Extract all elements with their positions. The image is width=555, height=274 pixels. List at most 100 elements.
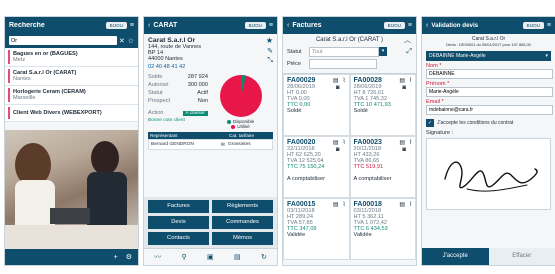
quote-subtitle: Carat S.a.r.l Or Devis : DE00001 du 05/0… xyxy=(422,34,555,49)
document-icon[interactable]: ▤ xyxy=(399,139,405,146)
gear-icon[interactable]: ⚙ xyxy=(126,253,132,261)
invoice-card[interactable]: FA00028 28/06/2019 HT 8 726,61 TVA 1 745… xyxy=(349,74,416,136)
search-input[interactable] xyxy=(9,36,117,45)
invoice-status: A comptabiliser xyxy=(353,176,392,182)
status-filter: Statut Tout ▾ ⤢ xyxy=(283,46,416,57)
chevron-down-icon[interactable]: ▾ xyxy=(379,47,387,56)
document-icon[interactable]: ▤ xyxy=(399,77,405,84)
company-dropdown[interactable]: BIJOU xyxy=(244,22,266,29)
invoice-card[interactable]: FA00023 20/11/2018 HT 433,26 TVA 86,65 T… xyxy=(349,136,416,198)
star-icon[interactable]: ☆ xyxy=(128,37,134,45)
list-item[interactable]: Horlogerie Ceram (CERAM) Marseille xyxy=(5,86,138,105)
mail-icon[interactable]: ✉ xyxy=(221,142,225,148)
document-icon[interactable]: ▤ xyxy=(333,77,339,84)
refresh-icon[interactable]: ↻ xyxy=(261,253,267,261)
table-cell: Bernard GENDRON xyxy=(151,142,194,147)
stat-label: Prospect xyxy=(148,98,171,104)
menu-icon[interactable]: ≡ xyxy=(130,22,134,29)
back-icon[interactable]: ‹ xyxy=(426,22,428,29)
document-icon[interactable]: ▤ xyxy=(234,253,241,261)
screen-search: Recherche BIJOU ≡ ✕ ☆ Bagues en or (BAGU… xyxy=(4,16,139,266)
status-select[interactable]: Tout xyxy=(309,46,379,57)
location-icon[interactable]: ⚲ xyxy=(182,253,187,261)
menu-icon[interactable]: ≡ xyxy=(408,22,412,29)
chart-icon[interactable]: 〰 xyxy=(154,252,161,262)
attachment-icon[interactable]: ⌇ xyxy=(409,77,412,84)
piece-input[interactable] xyxy=(309,58,377,69)
company-dropdown[interactable]: BIJOU xyxy=(522,22,544,29)
invoice-card[interactable]: FA00020 22/11/2018 HT 62 625,20 TVA 12 5… xyxy=(283,136,350,198)
signature-label: Signature : xyxy=(426,130,454,136)
legend-item: Utilisé xyxy=(231,124,250,129)
invoice-grid: FA00029 28/06/2019 HT 0,00 TVA 0,00 TTC … xyxy=(283,73,416,260)
star-icon[interactable]: ★ xyxy=(266,36,273,45)
page-title: Validation devis xyxy=(431,22,479,29)
add-icon[interactable]: + xyxy=(114,254,118,261)
orders-button[interactable]: Commandes xyxy=(212,216,273,229)
table-header: Représentant Cat. tarifaire xyxy=(148,132,273,139)
attachment-icon[interactable]: ⌇ xyxy=(409,139,412,146)
stats-area: Solde 287 924 Autorisé 300 000 Statut Actif… xyxy=(144,73,277,129)
list-item[interactable]: Bagues en or (BAGUES) Metz xyxy=(5,48,138,67)
memos-button[interactable]: Mémos xyxy=(212,232,273,245)
background-photo xyxy=(5,130,138,250)
quotes-button[interactable]: Devis xyxy=(148,216,209,229)
stat-value: 300 000 xyxy=(187,82,208,88)
contacts-button[interactable]: Contacts xyxy=(148,232,209,245)
attachment-icon[interactable]: ⌇ xyxy=(409,201,412,208)
list-item[interactable]: Carat S.a.r.l Or (CARAT) Nantes xyxy=(5,67,138,86)
collapse-icon[interactable]: ︿ xyxy=(404,35,411,45)
invoice-card[interactable]: FA00018 03/11/2018 HT 5 362,11 TVA 1 072… xyxy=(349,198,416,260)
invoice-status: A comptabiliser xyxy=(287,176,325,182)
back-icon[interactable]: ‹ xyxy=(148,22,150,29)
accept-button[interactable]: J'accepte xyxy=(422,248,489,265)
invoice-card[interactable]: FA00015 03/11/2018 HT 289,24 TVA 57,85 T… xyxy=(283,198,350,260)
clear-button[interactable]: Effacer xyxy=(488,248,555,265)
camera-icon[interactable]: ▣ xyxy=(207,253,214,261)
company-dropdown[interactable]: BIJOU xyxy=(105,22,127,29)
camera-icon[interactable]: ◙ xyxy=(402,85,406,91)
header: ‹ Validation devis BIJOU ≡ xyxy=(422,17,555,34)
invoice-card[interactable]: FA00029 28/06/2019 HT 0,00 TVA 0,00 TTC … xyxy=(283,74,350,136)
email-field[interactable] xyxy=(426,105,553,115)
camera-icon[interactable]: ◙ xyxy=(402,147,406,153)
client-subtitle-row: Carat S.a.r.l Or (CARAT ) ︿ xyxy=(283,34,416,46)
screen-client: ‹ CARAT BIJOU ≡ Carat S.a.r.l Or 144, ro… xyxy=(143,16,278,266)
accent-bar xyxy=(8,50,10,64)
item-city: Marseille xyxy=(13,95,36,101)
menu-icon[interactable]: ≡ xyxy=(547,22,551,29)
document-icon[interactable]: ▤ xyxy=(333,139,339,146)
prenom-field[interactable] xyxy=(426,87,553,97)
contact-select[interactable]: DEBAINNE Marie-Angèle ▾ xyxy=(426,51,551,61)
item-name: Client Web Divers (WEBEXPORT) xyxy=(13,110,102,116)
company-dropdown[interactable]: BIJOU xyxy=(383,22,405,29)
document-icon[interactable]: ▤ xyxy=(399,201,405,208)
signature-pad[interactable] xyxy=(426,138,551,210)
header: ‹ Factures BIJOU ≡ xyxy=(283,17,416,34)
attachment-icon[interactable]: ⌇ xyxy=(343,201,346,208)
back-icon[interactable]: ‹ xyxy=(287,22,289,29)
stat-row: Statut Actif xyxy=(148,89,208,97)
action-badge[interactable]: A classer xyxy=(182,110,208,116)
attachment-icon[interactable]: ⌇ xyxy=(343,77,346,84)
accept-checkbox[interactable]: ✓ xyxy=(426,119,434,127)
payments-button[interactable]: Règlements xyxy=(212,200,273,213)
camera-icon[interactable]: ◙ xyxy=(336,85,340,91)
fullscreen-icon[interactable]: ⤢ xyxy=(406,48,412,56)
nom-field[interactable] xyxy=(426,69,553,79)
attachment-icon[interactable]: ⌇ xyxy=(343,139,346,146)
camera-icon[interactable]: ◙ xyxy=(336,147,340,153)
edit-icon[interactable]: ✎ xyxy=(267,47,273,55)
stat-label: Statut xyxy=(148,90,163,96)
invoice-ttc: TTC 519,91 xyxy=(353,164,384,170)
clear-icon[interactable]: ✕ xyxy=(119,37,125,45)
bottom-toolbar: + ⚙ xyxy=(5,249,138,265)
expand-icon[interactable]: ⤡ xyxy=(267,57,273,65)
list-item[interactable]: Client Web Divers (WEBEXPORT) xyxy=(5,105,138,122)
invoices-button[interactable]: Factures xyxy=(148,200,209,213)
invoice-status: Soldé xyxy=(353,108,368,114)
menu-icon[interactable]: ≡ xyxy=(269,22,273,29)
contact-select-value: DEBAINNE Marie-Angèle xyxy=(429,53,486,59)
document-icon[interactable]: ▤ xyxy=(333,201,339,208)
phone-number[interactable]: 02 40 48 41 42 xyxy=(148,64,273,70)
